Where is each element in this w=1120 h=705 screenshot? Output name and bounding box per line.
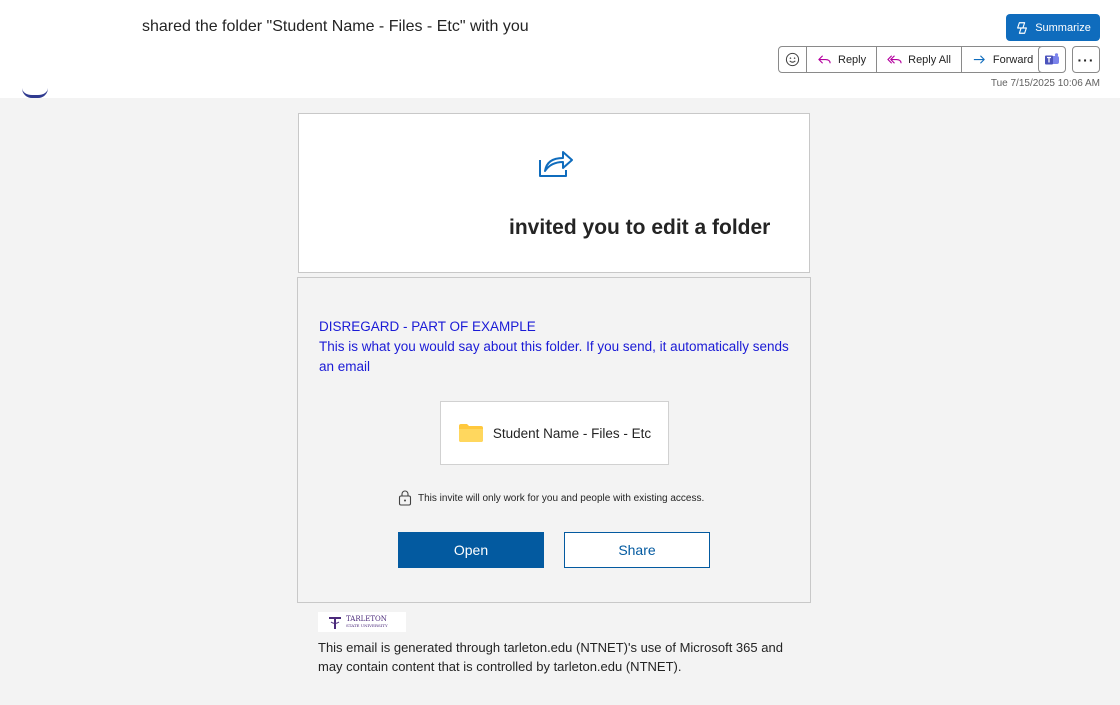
smiley-icon	[785, 52, 800, 67]
reply-label: Reply	[838, 53, 867, 66]
forward-button[interactable]: Forward	[960, 47, 1043, 72]
logo-line-1: TARLETON	[346, 615, 387, 623]
more-actions-button[interactable]: ···	[1072, 46, 1100, 73]
folder-icon	[458, 424, 483, 442]
reply-icon	[818, 55, 831, 64]
open-button[interactable]: Open	[398, 532, 544, 568]
share-button[interactable]: Share	[564, 532, 710, 568]
forward-label: Forward	[992, 53, 1034, 66]
invite-restriction-note: This invite will only work for you and p…	[398, 490, 704, 506]
shared-folder-tile[interactable]: Student Name - Files - Etc	[440, 401, 669, 465]
invite-note-text: This invite will only work for you and p…	[418, 492, 705, 504]
reply-all-button[interactable]: Reply All	[876, 47, 961, 72]
react-button[interactable]	[779, 47, 806, 72]
copilot-icon	[1017, 21, 1028, 34]
email-subject: shared the folder "Student Name - Files …	[142, 18, 529, 35]
reply-all-icon	[887, 55, 902, 64]
tarleton-seal-icon	[329, 617, 341, 629]
sender-message: DISREGARD - PART OF EXAMPLE This is what…	[319, 317, 799, 377]
folder-name: Student Name - Files - Etc	[492, 425, 652, 441]
footer-disclaimer: This email is generated through tarleton…	[318, 640, 783, 674]
teams-share-button[interactable]	[1038, 46, 1066, 73]
forward-icon	[973, 55, 985, 64]
message-header: shared the folder "Student Name - Files …	[0, 0, 1120, 98]
summarize-label: Summarize	[1035, 21, 1091, 34]
summarize-button[interactable]: Summarize	[1006, 14, 1100, 41]
reply-button[interactable]: Reply	[806, 47, 876, 72]
message-actions: Reply Reply All Forward	[778, 46, 1045, 73]
tarleton-logo: TARLETON STATE UNIVERSITY	[318, 612, 406, 632]
reply-all-label: Reply All	[908, 53, 951, 66]
share-arrow-icon	[539, 151, 573, 177]
share-details-card: DISREGARD - PART OF EXAMPLE This is what…	[297, 277, 811, 603]
teams-icon	[1045, 52, 1059, 64]
lock-icon	[398, 490, 412, 506]
sender-avatar[interactable]	[22, 88, 48, 98]
message-line-1: DISREGARD - PART OF EXAMPLE	[319, 319, 536, 334]
logo-line-2: STATE UNIVERSITY	[346, 623, 388, 628]
invite-headline: invited you to edit a folder	[509, 216, 771, 239]
message-timestamp: Tue 7/15/2025 10:06 AM	[990, 78, 1100, 89]
share-header-card: invited you to edit a folder	[298, 113, 810, 273]
message-line-2: This is what you would say about this fo…	[319, 339, 789, 374]
tarleton-logo-text: TARLETON STATE UNIVERSITY	[346, 615, 388, 629]
